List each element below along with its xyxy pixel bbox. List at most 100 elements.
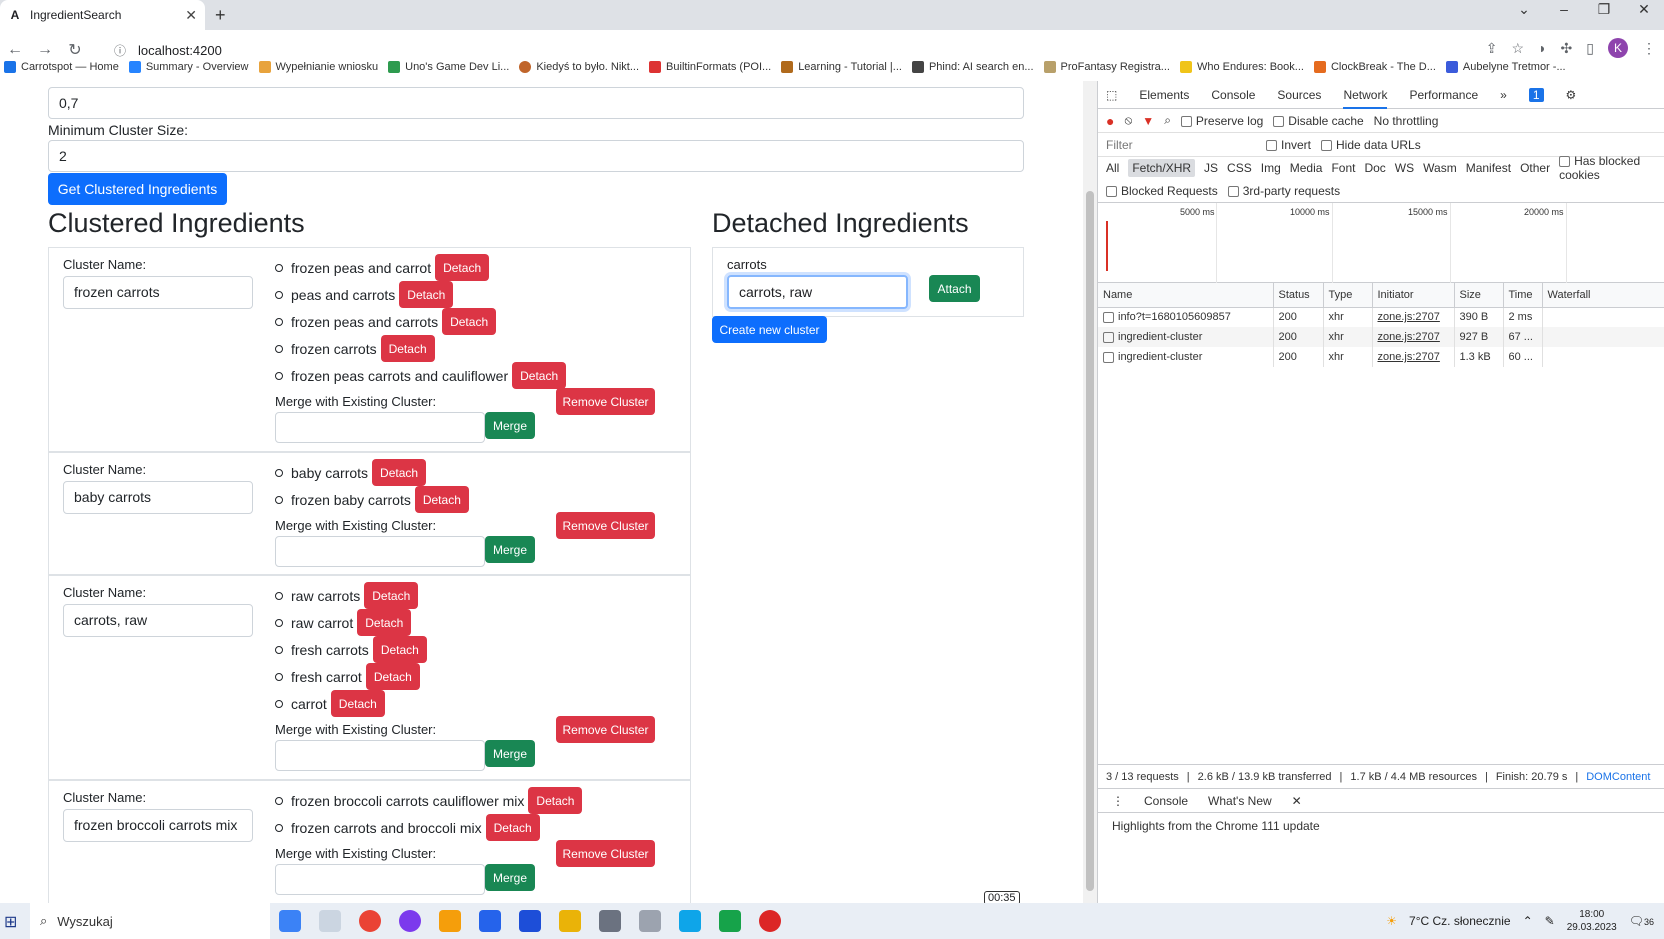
hide-data-urls-checkbox[interactable]: Hide data URLs: [1321, 138, 1421, 152]
min-cluster-input[interactable]: 2: [48, 140, 1024, 172]
filter-type[interactable]: Wasm: [1423, 161, 1457, 175]
record-icon[interactable]: ●: [1106, 113, 1114, 129]
disable-cache-checkbox[interactable]: Disable cache: [1273, 114, 1364, 128]
bookmark-item[interactable]: ClockBreak - The D...: [1313, 61, 1436, 73]
bookmark-item[interactable]: Uno's Game Dev Li...: [388, 61, 509, 73]
table-row[interactable]: ingredient-cluster 200 xhr zone.js:2707 1.…: [1098, 347, 1664, 367]
col-size[interactable]: Size: [1454, 283, 1504, 308]
filter-type[interactable]: Media: [1290, 161, 1323, 175]
detach-button[interactable]: Detach: [485, 814, 540, 841]
clear-icon[interactable]: ⦸: [1124, 113, 1132, 128]
bookmark-item[interactable]: Aubelyne Tretmor -...: [1445, 61, 1566, 73]
chevron-down-icon[interactable]: ⌄: [1504, 0, 1544, 18]
detached-cluster-input[interactable]: carrots, raw: [727, 275, 908, 309]
cluster-name-input[interactable]: carrots, raw: [63, 604, 253, 637]
cluster-name-input[interactable]: frozen broccoli carrots mix: [63, 809, 253, 842]
bookmark-item[interactable]: Summary - Overview: [128, 61, 249, 73]
bookmark-item[interactable]: Kiedyś to było. Nikt...: [519, 61, 639, 73]
merge-button[interactable]: Merge: [485, 412, 535, 439]
app-icon[interactable]: [519, 910, 541, 932]
remove-cluster-button[interactable]: Remove Cluster: [556, 716, 655, 743]
weather-text[interactable]: 7°C Cz. słonecznie: [1409, 914, 1511, 928]
close-window-icon[interactable]: ✕: [1624, 0, 1664, 18]
detach-button[interactable]: Detach: [512, 362, 567, 389]
invert-checkbox[interactable]: Invert: [1266, 138, 1311, 152]
cluster-name-input[interactable]: frozen carrots: [63, 276, 253, 309]
attach-button[interactable]: Attach: [929, 275, 980, 302]
tab-elements[interactable]: Elements: [1139, 88, 1189, 102]
chrome-icon[interactable]: [359, 910, 381, 932]
filter-type[interactable]: Font: [1331, 161, 1355, 175]
filter-type[interactable]: Img: [1261, 161, 1281, 175]
detach-button[interactable]: Detach: [330, 690, 385, 717]
task-view-icon[interactable]: [319, 910, 341, 932]
vscode-icon[interactable]: [679, 910, 701, 932]
get-clustered-button[interactable]: Get Clustered Ingredients: [48, 173, 227, 205]
python-icon[interactable]: [559, 910, 581, 932]
col-status[interactable]: Status: [1273, 283, 1324, 308]
tab-network[interactable]: Network: [1343, 88, 1388, 109]
remove-cluster-button[interactable]: Remove Cluster: [556, 512, 655, 539]
throttling-select[interactable]: No throttling: [1374, 114, 1439, 128]
bookmark-item[interactable]: Who Endures: Book...: [1179, 61, 1304, 73]
bookmark-star-icon[interactable]: ☆: [1512, 40, 1525, 57]
clock[interactable]: 18:00 29.03.2023: [1567, 908, 1617, 934]
filter-type[interactable]: WS: [1395, 161, 1414, 175]
cluster-name-input[interactable]: baby carrots: [63, 481, 253, 514]
col-name[interactable]: Name: [1098, 283, 1274, 308]
bookmark-item[interactable]: Wypełnianie wniosku: [258, 61, 378, 73]
blocked-cookies-checkbox[interactable]: Has blocked cookies: [1559, 154, 1664, 182]
create-cluster-button[interactable]: Create new cluster: [712, 316, 827, 343]
filter-type[interactable]: CSS: [1227, 161, 1252, 175]
puzzle-icon[interactable]: ✣: [1561, 40, 1573, 57]
bookmark-item[interactable]: BuiltinFormats (POI...: [649, 61, 771, 73]
detach-button[interactable]: Detach: [435, 254, 490, 281]
bookmark-item[interactable]: Carrotspot — Home: [4, 61, 119, 73]
close-icon[interactable]: ✕: [1292, 794, 1302, 808]
filter-type[interactable]: Fetch/XHR: [1128, 159, 1196, 177]
scrollbar-thumb[interactable]: [1086, 191, 1094, 891]
new-tab-icon[interactable]: +: [205, 0, 236, 30]
merge-button[interactable]: Merge: [485, 740, 535, 767]
filter-input[interactable]: Filter: [1106, 138, 1256, 152]
start-icon[interactable]: ⊞: [4, 912, 17, 932]
pen-icon[interactable]: ✎: [1545, 914, 1555, 928]
merge-button[interactable]: Merge: [485, 536, 535, 563]
merge-input[interactable]: [275, 740, 485, 771]
minimize-icon[interactable]: –: [1544, 0, 1584, 18]
detach-button[interactable]: Detach: [372, 636, 427, 663]
close-tab-icon[interactable]: ✕: [185, 7, 197, 24]
obs-icon[interactable]: [759, 910, 781, 932]
col-waterfall[interactable]: Waterfall: [1542, 283, 1664, 308]
col-type[interactable]: Type: [1323, 283, 1373, 308]
detach-button[interactable]: Detach: [442, 308, 497, 335]
extension-icon[interactable]: ◗: [1538, 40, 1546, 56]
settings-icon[interactable]: ⚙: [1566, 88, 1577, 102]
filter-type[interactable]: Manifest: [1466, 161, 1511, 175]
detach-button[interactable]: Detach: [380, 335, 435, 362]
search-icon[interactable]: ⌕: [1164, 113, 1171, 128]
app-icon[interactable]: [279, 910, 301, 932]
bookmark-item[interactable]: Phind: AI search en...: [911, 61, 1034, 73]
col-initiator[interactable]: Initiator: [1372, 283, 1455, 308]
tab-performance[interactable]: Performance: [1409, 88, 1478, 102]
share-icon[interactable]: ⇪: [1486, 40, 1498, 57]
merge-input[interactable]: [275, 536, 485, 567]
drawer-menu-icon[interactable]: ⋮: [1112, 794, 1124, 808]
filter-type[interactable]: Other: [1520, 161, 1550, 175]
drawer-tab-whats-new[interactable]: What's New: [1208, 794, 1272, 808]
menu-icon[interactable]: ⋮: [1642, 40, 1656, 57]
tab-console[interactable]: Console: [1211, 88, 1255, 102]
tab-sources[interactable]: Sources: [1277, 88, 1321, 102]
col-time[interactable]: Time: [1503, 283, 1543, 308]
filter-icon[interactable]: ▼: [1142, 114, 1154, 128]
merge-input[interactable]: [275, 412, 485, 443]
merge-input[interactable]: [275, 864, 485, 895]
unity-icon[interactable]: [599, 910, 621, 932]
detach-button[interactable]: Detach: [414, 486, 469, 513]
more-tabs-icon[interactable]: »: [1500, 88, 1507, 102]
remove-cluster-button[interactable]: Remove Cluster: [556, 840, 655, 867]
third-party-checkbox[interactable]: 3rd-party requests: [1227, 184, 1340, 198]
issues-badge[interactable]: 1: [1528, 87, 1544, 102]
preserve-log-checkbox[interactable]: Preserve log: [1180, 114, 1263, 128]
